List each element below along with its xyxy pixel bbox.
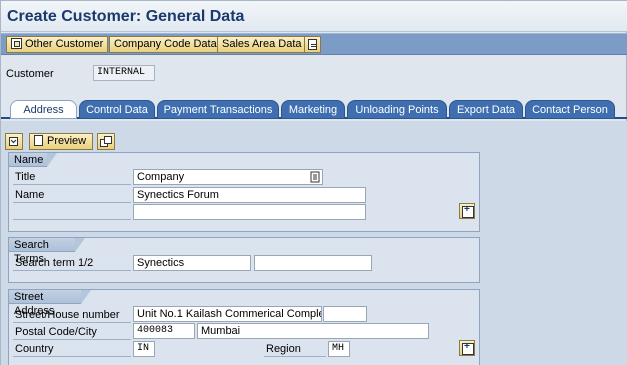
more-address-fields-button[interactable] [459,340,475,356]
name-group-title: Name [9,153,57,167]
name2-label-underline [13,219,131,220]
name2-field[interactable] [133,204,366,220]
company-code-data-button[interactable]: Company Code Data [109,36,222,53]
street-address-group: Street Address Street/House number Unit … [8,289,480,365]
title-field[interactable]: Company [133,169,323,185]
other-customer-button[interactable]: Other Customer [6,36,109,53]
name-group: Name Title Company Name Synectics Forum [8,152,480,232]
customer-label: Customer [6,68,54,80]
sales-area-data-button[interactable]: Sales Area Data [217,36,307,53]
house-number-field[interactable] [323,306,367,322]
title-label: Title [15,171,36,183]
customer-field: INTERNAL [93,65,155,81]
country-label: Country [15,343,54,355]
street-address-title: Street Address [9,290,91,317]
title-bar: Create Customer: General Data [1,1,627,32]
other-customer-icon [11,38,22,49]
title-label-underline [13,184,131,185]
tab-export-data[interactable]: Export Data [449,100,523,119]
search-term-label: Search term 1/2 [15,257,94,269]
country-label-underline [13,356,131,357]
tab-strip: Address Control Data Payment Transaction… [1,99,627,119]
postal-city-label: Postal Code/City [15,326,97,338]
search-term-1-field[interactable]: Synectics [133,255,251,271]
region-field[interactable]: MH [328,341,350,357]
other-customer-label: Other Customer [25,38,104,50]
application-toolbar: Other Customer Company Code Data Sales A… [1,33,627,55]
street-field[interactable]: Unit No.1 Kailash Commerical Complex,L [133,306,322,322]
dropdown-icon[interactable] [310,171,320,183]
tab-address[interactable]: Address [10,100,77,119]
preview-button[interactable]: Preview [29,133,93,150]
versions-button[interactable] [97,133,115,150]
name-label: Name [15,189,45,201]
tab-marketing[interactable]: Marketing [281,100,345,119]
tab-control-data[interactable]: Control Data [79,100,155,119]
name-field[interactable]: Synectics Forum [133,187,366,203]
display-icon [308,39,317,50]
tab-payment-transactions[interactable]: Payment Transactions [157,100,279,119]
expand-icon [9,137,18,146]
name-label-underline [13,202,131,203]
search-terms-title: Search Terms [9,238,85,265]
postal-label-underline [13,339,131,340]
preview-label: Preview [47,135,87,147]
display-button[interactable] [304,36,321,53]
page-title: Create Customer: General Data [7,8,245,25]
street-label-underline [13,322,131,323]
preview-icon [34,135,43,146]
search-terms-group: Search Terms Search term 1/2 Synectics [8,237,480,283]
region-label: Region [266,343,301,355]
search-term-label-underline [13,270,131,271]
postal-code-field[interactable]: 400083 [133,323,195,339]
title-field-value: Company [137,171,185,183]
street-label: Street/House number [15,309,120,321]
region-label-underline [264,356,326,357]
expand-button[interactable] [5,133,23,150]
versions-icon [100,136,112,147]
tab-unloading-points[interactable]: Unloading Points [347,100,447,119]
tab-contact-person[interactable]: Contact Person [525,100,615,119]
city-field[interactable]: Mumbai [197,323,429,339]
search-term-2-field[interactable] [254,255,372,271]
country-field[interactable]: IN [133,341,155,357]
sap-window: Create Customer: General Data Other Cust… [0,0,627,365]
more-name-fields-button[interactable] [459,203,475,219]
